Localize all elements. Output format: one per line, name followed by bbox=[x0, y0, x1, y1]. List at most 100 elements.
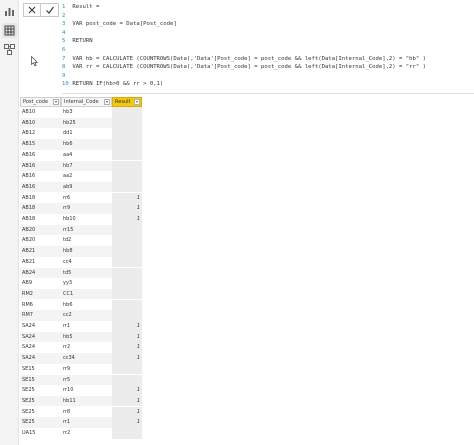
cell-result bbox=[112, 363, 142, 375]
cell-post-code: SE25 bbox=[22, 387, 35, 394]
table-row[interactable]: SA24 rr2 1 bbox=[20, 342, 142, 353]
cell-result bbox=[112, 117, 142, 129]
cell-post-code: AB16 bbox=[22, 151, 36, 158]
table-row[interactable]: AB16 aa2 bbox=[20, 171, 142, 182]
table-row[interactable]: AB21 hb8 bbox=[20, 246, 142, 257]
formula-line: 8 VAR rr = CALCULATE (COUNTROWS(Data),'D… bbox=[62, 62, 426, 72]
cell-result bbox=[112, 160, 142, 171]
cell-result: 1 bbox=[112, 417, 142, 428]
table-row[interactable]: SA24 rr1 1 bbox=[20, 321, 142, 332]
cell-post-code: AB18 bbox=[22, 194, 36, 201]
table-row[interactable]: SE25 rr10 1 bbox=[20, 385, 142, 396]
table-row[interactable]: AB10 hb3 bbox=[20, 107, 142, 118]
cell-internal-code: cc4 bbox=[63, 258, 72, 265]
cell-post-code: AB12 bbox=[22, 130, 36, 137]
table-row[interactable]: AB18 hb10 1 bbox=[20, 214, 142, 225]
cell-result bbox=[112, 428, 142, 439]
cell-internal-code: rr9 bbox=[63, 205, 71, 212]
cell-post-code: SA24 bbox=[22, 355, 36, 362]
cell-result bbox=[112, 107, 142, 118]
chevron-down-icon[interactable]: ▾ bbox=[53, 99, 59, 105]
table-row[interactable]: SA24 cc34 1 bbox=[20, 353, 142, 364]
cell-result bbox=[112, 267, 142, 278]
table-row[interactable]: AB16 aa4 bbox=[20, 149, 142, 161]
table-row[interactable]: AB18 rr9 1 bbox=[20, 203, 142, 214]
cell-result: 1 bbox=[112, 192, 142, 204]
cell-internal-code: CC1 bbox=[63, 290, 74, 297]
table-row[interactable]: AB10 hb25 bbox=[20, 117, 142, 129]
cell-internal-code: cc34 bbox=[63, 355, 75, 362]
cell-internal-code: td5 bbox=[63, 269, 72, 276]
table-row[interactable]: AB18 rr6 1 bbox=[20, 192, 142, 204]
column-header-label: Internal_Code bbox=[64, 99, 99, 105]
cell-post-code: SE25 bbox=[22, 419, 35, 426]
cell-internal-code: cc2 bbox=[63, 312, 72, 319]
cell-internal-code: rr15 bbox=[63, 226, 74, 233]
chevron-down-icon[interactable]: ▾ bbox=[104, 99, 110, 105]
table-row[interactable]: RM6 hb6 bbox=[20, 299, 142, 311]
cell-internal-code: aa4 bbox=[63, 151, 73, 158]
table-row[interactable]: AB20 td2 bbox=[20, 235, 142, 246]
formula-line: 3 VAR post_code = Data[Post_code] bbox=[62, 19, 177, 29]
table-row[interactable]: AB21 cc4 bbox=[20, 256, 142, 268]
column-header-label: Result bbox=[115, 99, 131, 105]
cell-post-code: RM6 bbox=[22, 301, 33, 308]
table-row[interactable]: SE15 rr9 bbox=[20, 363, 142, 375]
report-view-icon[interactable] bbox=[2, 4, 17, 19]
column-header-internal-code[interactable]: Internal_Code ▾ bbox=[61, 97, 112, 107]
table-row[interactable]: SA24 hb5 1 bbox=[20, 331, 142, 343]
table-row[interactable]: AB16 hb7 bbox=[20, 160, 142, 171]
cell-internal-code: rr8 bbox=[63, 408, 71, 415]
table-row[interactable]: AB24 td5 bbox=[20, 267, 142, 278]
cell-result bbox=[112, 224, 142, 236]
table-row[interactable]: AB12 dd1 bbox=[20, 128, 142, 139]
cell-result bbox=[112, 149, 142, 161]
model-view-icon[interactable] bbox=[2, 42, 17, 57]
mouse-cursor-icon bbox=[31, 56, 38, 67]
cell-post-code: AB20 bbox=[22, 237, 36, 244]
table-row[interactable]: AB20 rr15 bbox=[20, 224, 142, 236]
cell-post-code: AB16 bbox=[22, 173, 36, 180]
table-row[interactable]: AB15 hb6 bbox=[20, 139, 142, 150]
cell-result: 1 bbox=[112, 214, 142, 225]
cell-result: 1 bbox=[112, 321, 142, 332]
close-icon[interactable] bbox=[24, 4, 41, 16]
table-row[interactable]: RM2 CC1 bbox=[20, 288, 142, 300]
table-row[interactable]: AB16 ab9 bbox=[20, 181, 142, 193]
column-header-post-code[interactable]: Post_code ▾ bbox=[20, 97, 61, 107]
cell-result bbox=[112, 278, 142, 289]
formula-editor[interactable]: 1 Result = 2 3 VAR post_code = Data[Post_… bbox=[62, 2, 474, 94]
chevron-down-icon[interactable]: ▾ bbox=[134, 99, 140, 105]
cell-result: 1 bbox=[112, 331, 142, 343]
table-view-icon[interactable] bbox=[2, 23, 17, 38]
cell-post-code: AB21 bbox=[22, 248, 36, 255]
formula-text: RETURN bbox=[69, 38, 93, 45]
cell-post-code: UA15 bbox=[22, 430, 36, 436]
table-row[interactable]: AB9 yy3 bbox=[20, 278, 142, 289]
cell-internal-code: hb6 bbox=[63, 141, 73, 148]
cell-internal-code: hb6 bbox=[63, 301, 73, 308]
cell-post-code: SA24 bbox=[22, 333, 36, 340]
table-row[interactable]: UA15 rr2 bbox=[20, 428, 142, 439]
cell-internal-code: hb10 bbox=[63, 216, 76, 222]
formula-text: VAR hb = CALCULATE (COUNTROWS(Data),'Dat… bbox=[69, 55, 426, 62]
cell-result: 1 bbox=[112, 406, 142, 418]
cell-post-code: AB10 bbox=[22, 119, 36, 126]
cell-result bbox=[112, 310, 142, 321]
table-row[interactable]: RM7 cc2 bbox=[20, 310, 142, 321]
formula-text: Result = bbox=[69, 4, 100, 10]
column-header-result[interactable]: Result ▾ bbox=[112, 97, 142, 107]
table-row[interactable]: SE25 rr1 1 bbox=[20, 417, 142, 428]
table-row[interactable]: SE15 rr5 bbox=[20, 374, 142, 385]
table-row[interactable]: SE25 hb11 1 bbox=[20, 395, 142, 407]
cell-post-code: SE25 bbox=[22, 408, 35, 415]
cell-post-code: RM7 bbox=[22, 312, 33, 319]
check-icon[interactable] bbox=[41, 4, 58, 16]
cell-internal-code: aa2 bbox=[63, 173, 73, 180]
cell-result: 1 bbox=[112, 385, 142, 396]
cell-internal-code: rr1 bbox=[63, 323, 71, 329]
formula-text: RETURN IF(hb>0 && rr > 0,1) bbox=[69, 81, 164, 88]
cell-result bbox=[112, 171, 142, 182]
table-row[interactable]: SE25 rr8 1 bbox=[20, 406, 142, 418]
cell-post-code: AB24 bbox=[22, 269, 36, 276]
